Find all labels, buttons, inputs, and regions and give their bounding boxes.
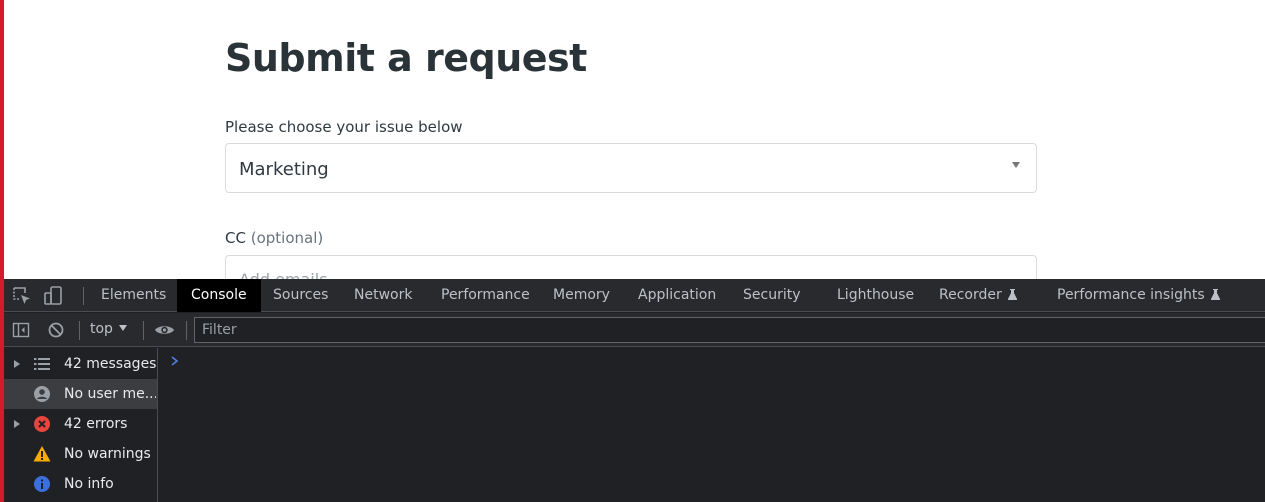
console-sidebar: 42 messages No user me... 42 errors No w… bbox=[4, 348, 158, 502]
sidebar-item-errors[interactable]: 42 errors bbox=[4, 409, 157, 439]
sidebar-item-warnings[interactable]: No warnings bbox=[4, 439, 157, 469]
user-icon bbox=[33, 385, 51, 403]
live-expression-eye-icon[interactable] bbox=[154, 321, 175, 339]
tab-performance-insights-label: Performance insights bbox=[1057, 287, 1205, 303]
sidebar-item-label: No user me... bbox=[64, 386, 156, 402]
sidebar-item-label: No warnings bbox=[64, 446, 151, 462]
expand-arrow-icon[interactable] bbox=[14, 420, 20, 428]
cc-placeholder: Add emails bbox=[239, 270, 328, 279]
page-accent-bar bbox=[0, 0, 4, 502]
page-title: Submit a request bbox=[225, 36, 587, 80]
toolbar-separator bbox=[143, 321, 144, 340]
devtools-panel: Elements Console Sources Network Perform… bbox=[4, 279, 1265, 502]
toolbar-separator bbox=[186, 321, 187, 340]
chevron-down-icon bbox=[118, 325, 127, 331]
console-filter-input[interactable]: Filter bbox=[194, 317, 1265, 343]
tab-console[interactable]: Console bbox=[177, 279, 261, 312]
tab-memory[interactable]: Memory bbox=[539, 279, 624, 312]
device-toolbar-icon[interactable] bbox=[42, 285, 64, 307]
experiment-flask-icon bbox=[1007, 289, 1017, 300]
tab-recorder-label: Recorder bbox=[939, 287, 1002, 303]
tab-security[interactable]: Security bbox=[729, 279, 815, 312]
tab-bar-separator bbox=[83, 287, 84, 305]
sidebar-toggle-icon[interactable] bbox=[12, 321, 30, 339]
info-icon bbox=[33, 475, 51, 493]
sidebar-item-info[interactable]: No info bbox=[4, 469, 157, 499]
context-selector-value: top bbox=[90, 321, 113, 337]
issue-label: Please choose your issue below bbox=[225, 118, 463, 136]
expand-arrow-icon[interactable] bbox=[14, 360, 20, 368]
sidebar-item-user-messages[interactable]: No user me... bbox=[4, 379, 157, 409]
tab-performance[interactable]: Performance bbox=[427, 279, 544, 312]
error-icon bbox=[33, 415, 51, 433]
issue-select[interactable]: Marketing bbox=[225, 143, 1037, 193]
issue-select-value: Marketing bbox=[239, 159, 329, 180]
sidebar-item-label: 42 errors bbox=[64, 416, 128, 432]
tab-lighthouse[interactable]: Lighthouse bbox=[823, 279, 928, 312]
chevron-down-icon bbox=[1012, 162, 1020, 168]
sidebar-item-messages[interactable]: 42 messages bbox=[4, 349, 157, 379]
tab-performance-insights[interactable]: Performance insights bbox=[1043, 279, 1234, 312]
cc-email-input[interactable]: Add emails bbox=[225, 255, 1037, 279]
sidebar-item-label: 42 messages bbox=[64, 356, 156, 372]
console-toolbar: top Filter bbox=[4, 313, 1265, 347]
list-icon bbox=[33, 355, 51, 373]
devtools-tab-bar: Elements Console Sources Network Perform… bbox=[4, 279, 1265, 312]
tab-network[interactable]: Network bbox=[340, 279, 426, 312]
tab-recorder[interactable]: Recorder bbox=[925, 279, 1031, 312]
context-selector[interactable]: top bbox=[90, 321, 127, 337]
experiment-flask-icon bbox=[1210, 289, 1220, 300]
toolbar-separator bbox=[79, 321, 80, 340]
request-form-page: Submit a request Please choose your issu… bbox=[0, 0, 1265, 279]
tab-application[interactable]: Application bbox=[624, 279, 730, 312]
warning-icon bbox=[33, 445, 51, 463]
sidebar-item-label: No info bbox=[64, 476, 114, 492]
inspect-element-icon[interactable] bbox=[11, 285, 33, 307]
cc-optional-hint: (optional) bbox=[250, 229, 324, 247]
clear-console-icon[interactable] bbox=[47, 321, 65, 339]
filter-placeholder: Filter bbox=[202, 322, 237, 338]
prompt-chevron-icon bbox=[169, 352, 181, 366]
cc-label: CC (optional) bbox=[225, 229, 323, 247]
tab-elements[interactable]: Elements bbox=[87, 279, 180, 312]
tab-sources[interactable]: Sources bbox=[259, 279, 342, 312]
console-prompt-area[interactable] bbox=[159, 348, 1265, 502]
cc-label-text: CC bbox=[225, 229, 246, 247]
